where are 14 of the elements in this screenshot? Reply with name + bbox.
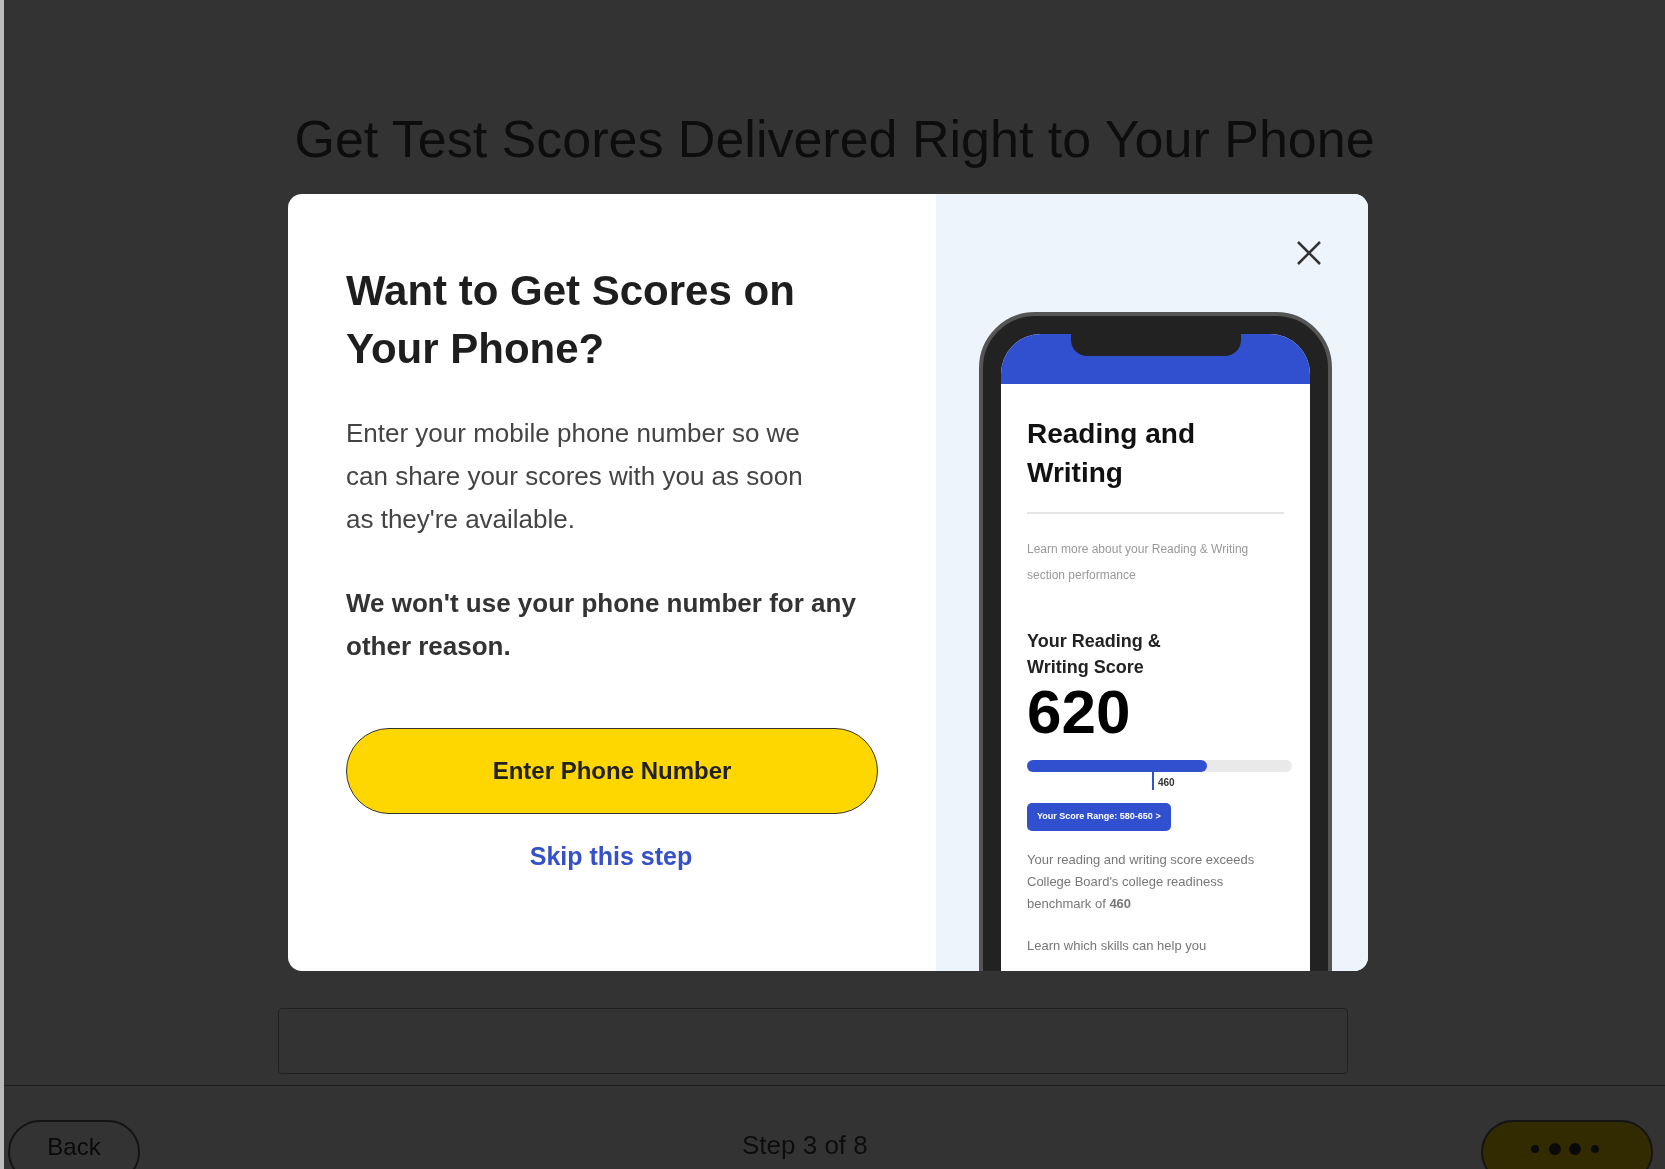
score-range-button[interactable]: Your Score Range: 580-650 > [1027, 803, 1171, 831]
modal-body-text: Enter your mobile phone number so we can share your scores with you as soon as they're available. [346, 417, 804, 536]
score-description: Your reading and writing score exceeds College Board's college readiness benchmark of 460 [1027, 850, 1256, 913]
phone-screen-subtitle: Learn more about your Reading & Writing section performance [1027, 541, 1250, 584]
score-label: Your Reading & Writing Score [1027, 630, 1162, 679]
phone-screen-title: Reading and Writing [1027, 417, 1196, 490]
benchmark-label: 460 [1158, 776, 1175, 790]
modal-heading: Want to Get Scores on Your Phone? [346, 266, 796, 374]
close-icon[interactable] [1296, 240, 1322, 266]
skip-link[interactable]: Skip this step [529, 838, 693, 876]
privacy-note: We won't use your phone number for any other reason. [346, 587, 857, 663]
score-value: 620 [1027, 680, 1132, 744]
skills-text: Learn which skills can help you [1027, 936, 1208, 955]
enter-phone-number-button[interactable]: Enter Phone Number [346, 728, 878, 814]
